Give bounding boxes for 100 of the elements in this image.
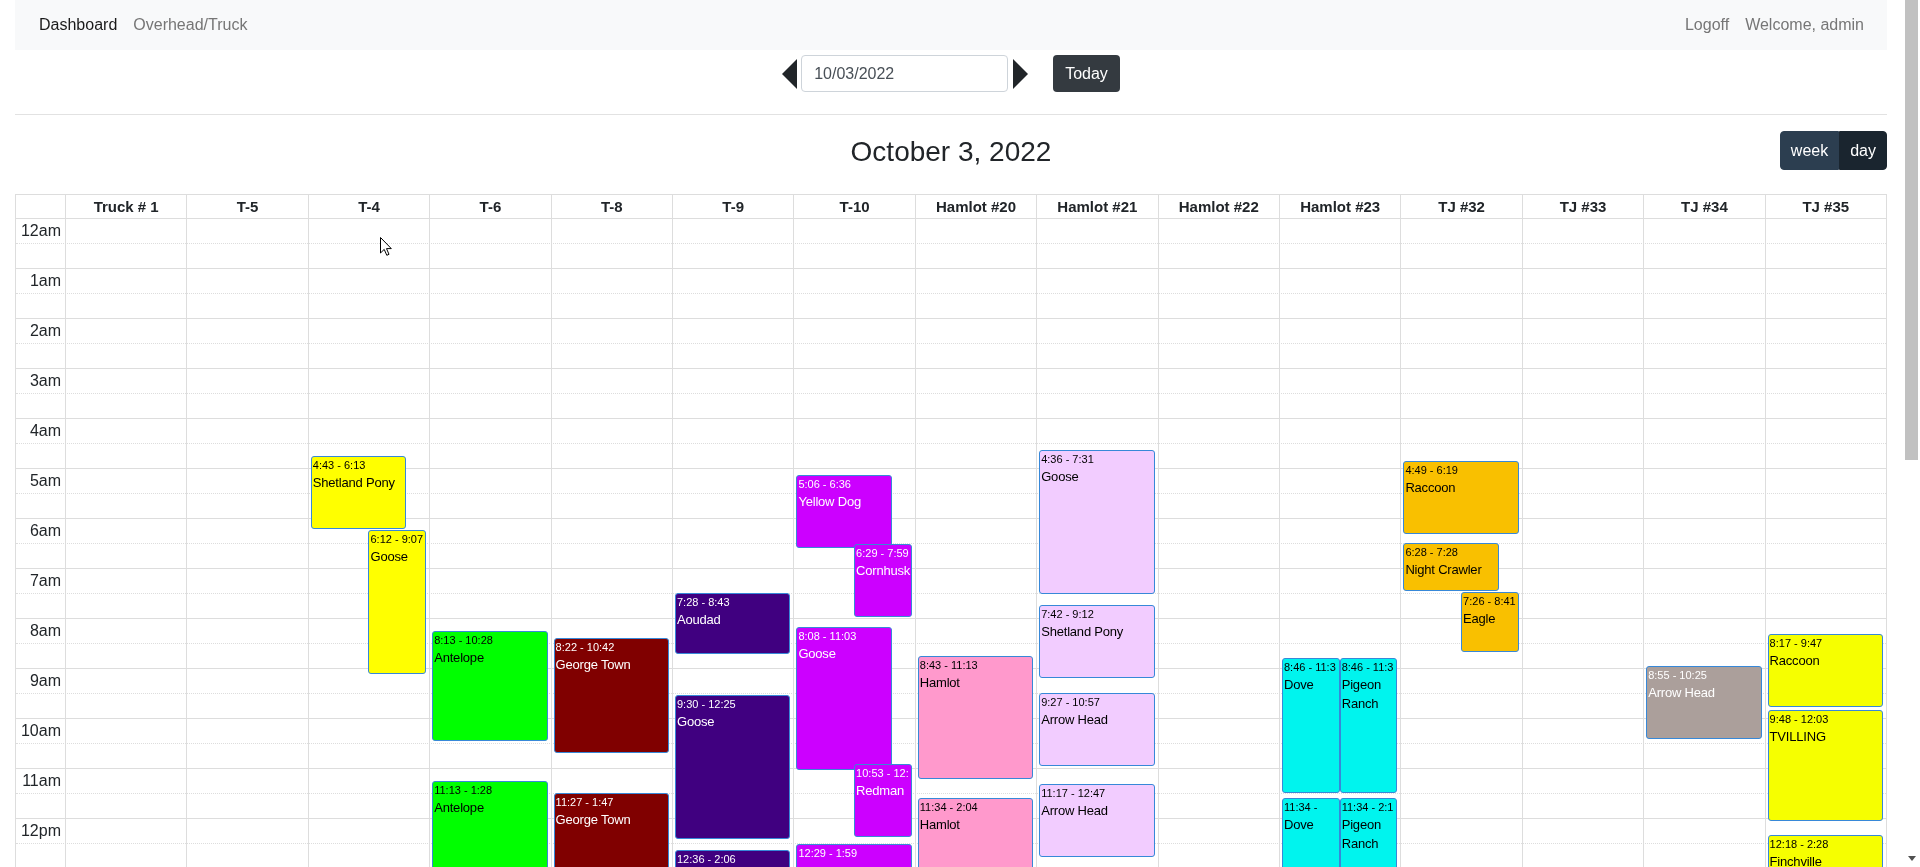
event-block[interactable]: 6:12 - 9:07 Goose: [368, 530, 427, 674]
nav-link[interactable]: Overhead/Truck: [133, 16, 248, 34]
event-time: 12:18 - 2:28: [1769, 837, 1829, 852]
event-time: 8:13 - 10:28: [434, 632, 493, 648]
time-label: 2am: [29, 322, 61, 340]
nav-link[interactable]: Dashboard: [39, 16, 118, 34]
event-block[interactable]: 12:29 - 1:59: [796, 844, 912, 867]
event-time: 11:34 -: [1284, 800, 1318, 816]
event-block[interactable]: 8:46 - 11:3 Dove: [1282, 658, 1340, 793]
resource-header: T-9: [722, 197, 745, 216]
event-time: 11:27 - 1:47: [555, 794, 614, 810]
event-block[interactable]: 4:36 - 7:31 Goose: [1039, 450, 1155, 594]
event-block[interactable]: 8:13 - 10:28 Antelope: [432, 630, 548, 742]
time-label: 11am: [22, 772, 61, 790]
event-block[interactable]: 8:17 - 9:47 Raccoon: [1767, 634, 1883, 708]
event-block[interactable]: 6:29 - 7:59 Cornhusk: [854, 544, 912, 618]
event-time: 11:17 - 12:47: [1041, 786, 1106, 802]
event-title: Antelope: [434, 648, 484, 667]
event-title: Hamlot: [919, 816, 960, 835]
date-field[interactable]: 10/03/2022: [801, 55, 1009, 92]
event-title: Raccoon: [1769, 652, 1820, 671]
event-block[interactable]: 12:18 - 2:28 Finchville: [1767, 835, 1883, 867]
event-time: 11:13 - 1:28: [434, 782, 493, 798]
event-title: Dove: [1284, 816, 1314, 835]
event-block[interactable]: 11:27 - 1:47 George Town: [553, 792, 669, 867]
event-block[interactable]: 9:27 - 10:57 Arrow Head: [1039, 692, 1155, 766]
event-block[interactable]: 12:36 - 2:06: [675, 850, 791, 867]
event-title: Arrow Head: [1041, 710, 1108, 729]
event-time: 9:27 - 10:57: [1041, 694, 1100, 710]
event-time: 11:34 - 2:04: [919, 800, 978, 816]
view-button[interactable]: week: [1779, 131, 1840, 170]
event-block[interactable]: 7:28 - 8:43 Aoudad: [675, 593, 791, 654]
event-title: Redman: [856, 782, 905, 801]
event-block[interactable]: 10:53 - 12: Redman: [854, 764, 912, 838]
logoff-link[interactable]: Logoff: [1684, 16, 1730, 34]
event-time: 9:30 - 12:25: [677, 697, 736, 712]
event-title: George Town: [555, 656, 631, 675]
event-title: Goose: [1041, 468, 1079, 486]
event-block[interactable]: 6:28 - 7:28 Night Crawler: [1403, 543, 1499, 592]
resource-header: Hamlot #23: [1300, 197, 1381, 216]
event-title: Shetland Pony: [312, 473, 395, 492]
event-title: Dove: [1284, 676, 1314, 695]
event-title: Arrow Head: [1041, 802, 1108, 821]
event-block[interactable]: 4:49 - 6:19 Raccoon: [1403, 460, 1519, 534]
resource-header: TJ #32: [1438, 197, 1485, 216]
today-button[interactable]: Today: [1053, 55, 1120, 92]
event-block[interactable]: 8:43 - 11:13 Hamlot: [917, 655, 1034, 779]
time-label: 12am: [20, 222, 61, 240]
event-title: George Town: [555, 810, 631, 829]
event-time: 12:36 - 2:06: [677, 852, 736, 867]
resource-header: T-8: [600, 197, 623, 216]
event-block[interactable]: 7:26 - 8:41 Eagle: [1461, 591, 1519, 653]
resource-header: Truck # 1: [93, 197, 159, 216]
event-block[interactable]: 5:06 - 6:36 Yellow Dog: [796, 475, 892, 548]
time-label: 7am: [29, 572, 61, 590]
event-title: Night Crawler: [1405, 561, 1482, 580]
welcome-text: Welcome, admin: [1745, 16, 1864, 34]
event-time: 4:49 - 6:19: [1405, 462, 1458, 478]
time-label: 6am: [29, 522, 61, 540]
event-time: 8:43 - 11:13: [919, 657, 978, 673]
caret-left-icon[interactable]: [782, 58, 798, 89]
event-time: 8:46 - 11:3: [1341, 660, 1394, 676]
view-button[interactable]: day: [1839, 131, 1887, 170]
event-time: 5:06 - 6:36: [798, 477, 851, 492]
event-block[interactable]: 9:30 - 12:25 Goose: [675, 695, 791, 839]
event-title: Hamlot: [919, 673, 960, 692]
time-label: 10am: [20, 722, 61, 740]
event-time: 9:48 - 12:03: [1769, 712, 1829, 727]
event-block[interactable]: 8:46 - 11:3 Pigeon Ranch: [1339, 658, 1398, 793]
time-label: 3am: [29, 372, 61, 390]
event-time: 7:28 - 8:43: [677, 595, 730, 611]
caret-right-icon[interactable]: [1013, 58, 1029, 89]
event-block[interactable]: 4:43 - 6:13 Shetland Pony: [310, 455, 407, 529]
resource-header: T-5: [236, 197, 259, 216]
time-label: 8am: [29, 622, 61, 640]
scrollbar-thumb[interactable]: [1905, 0, 1918, 460]
event-title: Goose: [677, 713, 715, 731]
resource-header: TJ #34: [1681, 197, 1728, 216]
event-time: 6:12 - 9:07: [370, 532, 424, 547]
resource-header: TJ #35: [1802, 197, 1850, 216]
event-block[interactable]: 11:34 - Dove: [1282, 798, 1340, 867]
caret-down-icon[interactable]: [1908, 856, 1916, 861]
time-label: 12pm: [20, 822, 61, 840]
event-block[interactable]: 9:48 - 12:03 TVILLING: [1767, 710, 1883, 821]
resource-header: T-6: [479, 197, 502, 216]
event-time: 6:29 - 7:59: [856, 546, 909, 562]
event-block[interactable]: 8:22 - 10:42 George Town: [553, 638, 669, 753]
event-time: 8:08 - 11:03: [798, 628, 857, 644]
event-title: Arrow Head: [1648, 683, 1715, 702]
event-time: 8:22 - 10:42: [555, 640, 615, 656]
time-label: 9am: [29, 672, 61, 690]
time-label: 4am: [29, 422, 61, 440]
event-block[interactable]: 11:34 - 2:04 Hamlot: [917, 798, 1034, 867]
event-block[interactable]: 11:13 - 1:28 Antelope: [432, 780, 548, 867]
event-title: Raccoon: [1405, 478, 1456, 497]
event-block[interactable]: 11:34 - 2:1 Pigeon Ranch: [1339, 798, 1398, 867]
resource-header: Hamlot #22: [1178, 197, 1259, 216]
resource-header: Hamlot #21: [1057, 197, 1138, 216]
event-block[interactable]: 11:17 - 12:47 Arrow Head: [1039, 784, 1155, 858]
event-block[interactable]: 7:42 - 9:12 Shetland Pony: [1039, 605, 1155, 678]
